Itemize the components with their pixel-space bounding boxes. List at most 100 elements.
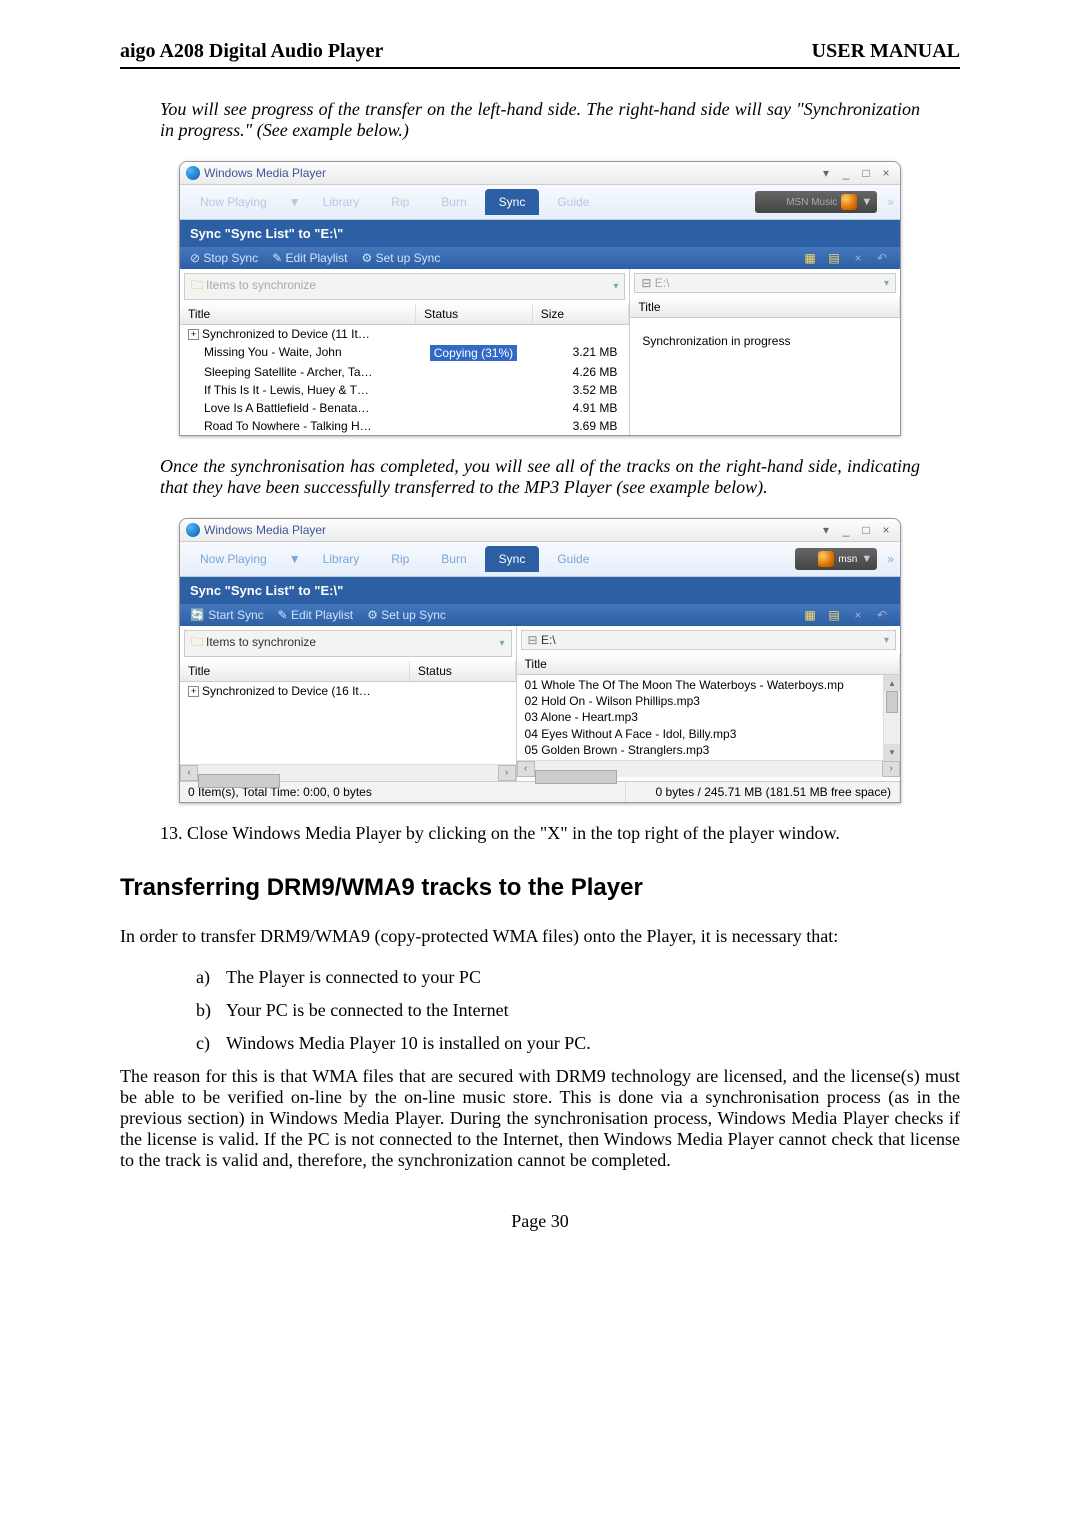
scroll-left-button[interactable]: ‹ <box>180 765 198 781</box>
horizontal-scrollbar[interactable]: ‹ › <box>180 764 516 781</box>
msn-label: msn <box>838 554 857 565</box>
dropdown-arrow-icon[interactable]: ▼ <box>285 195 305 209</box>
tab-rip[interactable]: Rip <box>377 546 423 572</box>
list-item[interactable]: Sleeping Satellite - Archer, Ta…4.26 MB <box>180 363 629 381</box>
view-icon-1[interactable]: ▦ <box>802 251 818 265</box>
col-size[interactable]: Size <box>533 304 630 324</box>
minimize-button[interactable]: _ <box>838 523 854 537</box>
tree-expand-icon[interactable]: + <box>188 686 199 697</box>
chevron-down-icon: ▾ <box>500 638 505 649</box>
wmp2-status-bar: 0 Item(s), Total Time: 0:00, 0 bytes 0 b… <box>180 781 900 802</box>
drive-icon: ⊟ <box>528 633 538 647</box>
col-title[interactable]: Title <box>180 304 416 324</box>
list-item[interactable]: Love Is A Battlefield - Benata…4.91 MB <box>180 399 629 417</box>
msn-music-box[interactable]: msn ▼ <box>795 548 877 570</box>
scroll-left-button[interactable]: ‹ <box>517 761 535 777</box>
maximize-button[interactable]: □ <box>858 166 874 180</box>
list-item[interactable]: 05 Golden Brown - Stranglers.mp3 <box>525 742 875 758</box>
step-13: 13. Close Windows Media Player by clicki… <box>160 823 920 844</box>
dropdown-arrow-icon[interactable]: ▼ <box>285 552 305 566</box>
tab-library[interactable]: Library <box>309 189 374 215</box>
list-item-b: b)Your PC is be connected to the Interne… <box>196 1000 920 1021</box>
tab-sync[interactable]: Sync <box>485 189 540 215</box>
view-icon-1[interactable]: ▦ <box>802 608 818 622</box>
tab-rip[interactable]: Rip <box>377 189 423 215</box>
scroll-thumb[interactable] <box>886 691 898 713</box>
list-item[interactable]: 03 Alone - Heart.mp3 <box>525 709 875 725</box>
msn-butterfly-icon <box>841 194 857 210</box>
scroll-down-button[interactable]: ▾ <box>884 744 900 760</box>
view-icon-2[interactable]: ▤ <box>826 251 842 265</box>
scroll-right-button[interactable]: › <box>498 765 516 781</box>
wmp1-titlebar: Windows Media Player ▾ _ □ × <box>180 162 900 185</box>
list-item[interactable]: +Synchronized to Device (11 It… <box>180 325 629 343</box>
tab-now-playing[interactable]: Now Playing <box>186 189 281 215</box>
tree-expand-icon[interactable]: + <box>188 329 199 340</box>
tab-library[interactable]: Library <box>309 546 374 572</box>
back-icon[interactable]: ↶ <box>874 608 890 622</box>
items-sync-dropdown[interactable]: 🗀Items to synchronize ▾ <box>184 273 625 300</box>
col-title-right[interactable]: Title <box>517 654 900 674</box>
tab-now-playing[interactable]: Now Playing <box>186 546 281 572</box>
section-heading: Transferring DRM9/WMA9 tracks to the Pla… <box>120 874 920 902</box>
drive-icon: ⊟ <box>641 276 651 290</box>
msn-label: MSN Music <box>786 197 837 208</box>
page-number: Page 30 <box>120 1211 960 1232</box>
device-dropdown[interactable]: ⊟ E:\ ▾ <box>521 630 896 650</box>
view-icon-2[interactable]: ▤ <box>826 608 842 622</box>
stop-sync-button[interactable]: ⊘ Stop Sync <box>190 251 258 265</box>
list-item[interactable]: 02 Hold On - Wilson Phillips.mp3 <box>525 693 875 709</box>
page-header: aigo A208 Digital Audio Player USER MANU… <box>120 40 960 69</box>
back-icon[interactable]: ↶ <box>874 251 890 265</box>
sync-header-text: Sync "Sync List" to "E:\" <box>190 583 343 598</box>
delete-icon[interactable]: × <box>850 608 866 622</box>
device-dropdown[interactable]: ⊟ E:\ ▾ <box>634 273 896 293</box>
scroll-thumb[interactable] <box>535 770 617 784</box>
chevron-right-icon[interactable]: » <box>881 552 894 566</box>
list-item[interactable]: +Synchronized to Device (16 It… <box>180 682 516 700</box>
paragraph-2: Once the synchronisation has completed, … <box>160 456 920 498</box>
wmp1-right-panel: ⊟ E:\ ▾ Title Synchronization in progres… <box>630 269 900 435</box>
list-item[interactable]: 01 Whole The Of The Moon The Waterboys -… <box>525 677 875 693</box>
tab-guide[interactable]: Guide <box>543 189 603 215</box>
wmp2-right-panel: ⊟ E:\ ▾ Title 01 Whole The Of The Moon T… <box>517 626 900 781</box>
col-title-right[interactable]: Title <box>630 297 900 317</box>
list-item[interactable]: Road To Nowhere - Talking H…3.69 MB <box>180 417 629 435</box>
scroll-thumb[interactable] <box>198 774 280 788</box>
tab-sync[interactable]: Sync <box>485 546 540 572</box>
horizontal-scrollbar[interactable]: ‹ › <box>517 760 900 777</box>
delete-icon[interactable]: × <box>850 251 866 265</box>
scroll-up-button[interactable]: ▴ <box>884 675 900 691</box>
col-status[interactable]: Status <box>416 304 533 324</box>
close-button[interactable]: × <box>878 523 894 537</box>
msn-music-box[interactable]: MSN Music ▼ <box>755 191 877 213</box>
maximize-button[interactable]: □ <box>858 523 874 537</box>
dropdown-arrow-icon[interactable]: ▾ <box>818 166 834 180</box>
vertical-scrollbar[interactable]: ▴ ▾ <box>883 675 900 760</box>
tab-burn[interactable]: Burn <box>427 189 480 215</box>
tab-burn[interactable]: Burn <box>427 546 480 572</box>
list-item[interactable]: Missing You - Waite, JohnCopying (31%)3.… <box>180 343 629 363</box>
setup-sync-button[interactable]: ⚙ Set up Sync <box>367 608 446 622</box>
edit-playlist-button[interactable]: ✎ Edit Playlist <box>272 251 347 265</box>
scroll-right-button[interactable]: › <box>882 761 900 777</box>
chevron-down-icon: ▾ <box>613 281 618 292</box>
close-button[interactable]: × <box>878 166 894 180</box>
start-sync-button[interactable]: 🔄 Start Sync <box>190 608 264 622</box>
list-item[interactable]: If This Is It - Lewis, Huey & T…3.52 MB <box>180 381 629 399</box>
list-item[interactable]: 04 Eyes Without A Face - Idol, Billy.mp3 <box>525 726 875 742</box>
items-sync-dropdown[interactable]: 🗀Items to synchronize ▾ <box>184 630 512 657</box>
edit-playlist-button[interactable]: ✎ Edit Playlist <box>278 608 353 622</box>
setup-sync-button[interactable]: ⚙ Set up Sync <box>362 251 441 265</box>
folder-icon: 🗀 <box>191 635 203 649</box>
wmp1-title: Windows Media Player <box>204 166 326 180</box>
col-status[interactable]: Status <box>410 661 516 681</box>
tab-guide[interactable]: Guide <box>543 546 603 572</box>
wmp1-left-panel: 🗀Items to synchronize ▾ Title Status Siz… <box>180 269 630 435</box>
col-title[interactable]: Title <box>180 661 410 681</box>
wmp2-right-list-header: Title <box>517 654 900 675</box>
wmp-screenshot-1: Windows Media Player ▾ _ □ × Now Playing… <box>179 161 901 436</box>
chevron-right-icon[interactable]: » <box>881 195 894 209</box>
minimize-button[interactable]: _ <box>838 166 854 180</box>
dropdown-arrow-icon[interactable]: ▾ <box>818 523 834 537</box>
